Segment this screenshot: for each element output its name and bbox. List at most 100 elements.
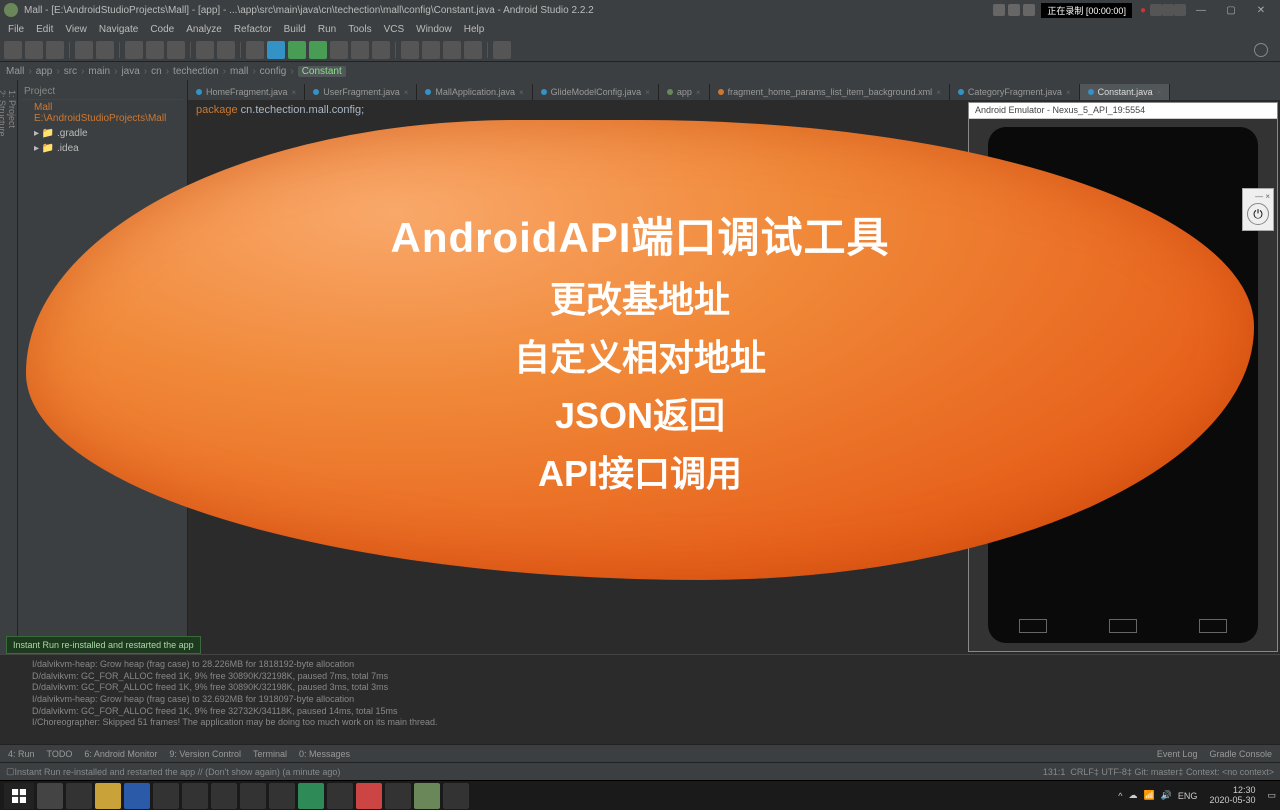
task-app9[interactable] (356, 783, 382, 809)
tray-cloud-icon[interactable]: ☁ (1128, 790, 1137, 801)
btab-todo[interactable]: TODO (47, 749, 73, 759)
btab-messages[interactable]: 0: Messages (299, 749, 350, 759)
emulator-nav (988, 619, 1258, 633)
run-console[interactable]: I/dalvikvm-heap: Grow heap (frag case) t… (0, 654, 1280, 744)
structure-button[interactable] (464, 41, 482, 59)
tray-net-icon[interactable]: 📶 (1143, 790, 1154, 801)
copy-button[interactable] (146, 41, 164, 59)
task-explorer[interactable] (95, 783, 121, 809)
task-app2[interactable] (153, 783, 179, 809)
breadcrumb: Mall app src main java cn techection mal… (0, 62, 1280, 80)
nav-home-icon[interactable] (1109, 619, 1137, 633)
tray-notif-icon[interactable]: ▭ (1267, 790, 1276, 801)
sync-button[interactable] (46, 41, 64, 59)
start-button[interactable] (4, 783, 34, 809)
cut-button[interactable] (125, 41, 143, 59)
menu-view[interactable]: View (61, 24, 91, 35)
instant-run-notification[interactable]: Instant Run re-installed and restarted t… (6, 636, 201, 654)
menu-tools[interactable]: Tools (344, 24, 375, 35)
task-app1[interactable] (124, 783, 150, 809)
task-app5[interactable] (240, 783, 266, 809)
menu-help[interactable]: Help (460, 24, 489, 35)
nav-back-icon[interactable] (1019, 619, 1047, 633)
tab-homefragment[interactable]: HomeFragment.java× (188, 84, 305, 100)
stop-button[interactable] (372, 41, 390, 59)
crumb-config[interactable]: config (260, 66, 287, 77)
crumb-main[interactable]: main (88, 66, 110, 77)
tab-glide[interactable]: GlideModelConfig.java× (533, 84, 659, 100)
back-button[interactable] (196, 41, 214, 59)
gradle-button[interactable] (443, 41, 461, 59)
status-context[interactable]: Context: <no context> (1186, 767, 1274, 777)
menu-build[interactable]: Build (280, 24, 310, 35)
minimize-button[interactable]: — (1186, 5, 1216, 16)
nav-recent-icon[interactable] (1199, 619, 1227, 633)
close-button[interactable]: ✕ (1246, 5, 1276, 16)
menu-edit[interactable]: Edit (32, 24, 57, 35)
avd-button[interactable] (401, 41, 419, 59)
run-button[interactable] (288, 41, 306, 59)
tray-clock[interactable]: 12:30 2020-05-30 (1203, 786, 1261, 806)
crumb-constant[interactable]: Constant (298, 66, 346, 77)
task-app4[interactable] (211, 783, 237, 809)
crumb-app[interactable]: app (36, 66, 53, 77)
status-git[interactable]: Git: master‡ (1134, 767, 1183, 777)
app-icon (4, 3, 18, 17)
menu-run[interactable]: Run (314, 24, 340, 35)
crumb-techection[interactable]: techection (173, 66, 219, 77)
btab-run[interactable]: 4: Run (8, 749, 35, 759)
menu-refactor[interactable]: Refactor (230, 24, 276, 35)
task-search[interactable] (37, 783, 63, 809)
open-button[interactable] (4, 41, 22, 59)
splash-line3: 自定义相对地址 (514, 329, 766, 381)
btab-android[interactable]: 6: Android Monitor (84, 749, 157, 759)
tray-vol-icon[interactable]: 🔊 (1161, 790, 1172, 801)
menu-code[interactable]: Code (146, 24, 178, 35)
redo-button[interactable] (96, 41, 114, 59)
task-app11[interactable] (443, 783, 469, 809)
debug-button[interactable] (309, 41, 327, 59)
tab-mallapp[interactable]: MallApplication.java× (417, 84, 532, 100)
task-app3[interactable] (182, 783, 208, 809)
tab-userfragment[interactable]: UserFragment.java× (305, 84, 417, 100)
btab-eventlog[interactable]: Event Log (1157, 749, 1198, 759)
run-config-button[interactable] (267, 41, 285, 59)
crumb-mall2[interactable]: mall (230, 66, 248, 77)
crumb-src[interactable]: src (64, 66, 77, 77)
profile-button[interactable] (330, 41, 348, 59)
task-androidstudio[interactable] (414, 783, 440, 809)
tab-app[interactable]: app× (659, 84, 710, 100)
menu-analyze[interactable]: Analyze (182, 24, 226, 35)
save-button[interactable] (25, 41, 43, 59)
menu-window[interactable]: Window (412, 24, 456, 35)
maximize-button[interactable]: ▢ (1216, 5, 1246, 16)
btab-vcs[interactable]: 9: Version Control (169, 749, 241, 759)
btab-terminal[interactable]: Terminal (253, 749, 287, 759)
sdk-button[interactable] (422, 41, 440, 59)
crumb-mall[interactable]: Mall (6, 66, 24, 77)
task-app6[interactable] (269, 783, 295, 809)
menu-file[interactable]: File (4, 24, 28, 35)
search-icon[interactable] (1254, 43, 1268, 57)
menu-vcs[interactable]: VCS (380, 24, 409, 35)
help-button[interactable] (493, 41, 511, 59)
tray-up-icon[interactable]: ^ (1118, 791, 1122, 801)
crumb-cn[interactable]: cn (151, 66, 162, 77)
recording-badge: 正在录制 [00:00:00] (1041, 3, 1132, 18)
forward-button[interactable] (217, 41, 235, 59)
tray-lang[interactable]: ENG (1178, 791, 1198, 801)
task-app8[interactable] (327, 783, 353, 809)
tab-constant[interactable]: Constant.java× (1080, 84, 1171, 100)
make-button[interactable] (246, 41, 264, 59)
attach-button[interactable] (351, 41, 369, 59)
task-cortana[interactable] (66, 783, 92, 809)
menu-navigate[interactable]: Navigate (95, 24, 142, 35)
task-app7[interactable] (298, 783, 324, 809)
paste-button[interactable] (167, 41, 185, 59)
crumb-java[interactable]: java (121, 66, 139, 77)
btab-gradle[interactable]: Gradle Console (1209, 749, 1272, 759)
tab-xml[interactable]: fragment_home_params_list_item_backgroun… (710, 84, 950, 100)
undo-button[interactable] (75, 41, 93, 59)
tab-category[interactable]: CategoryFragment.java× (950, 84, 1080, 100)
task-app10[interactable] (385, 783, 411, 809)
